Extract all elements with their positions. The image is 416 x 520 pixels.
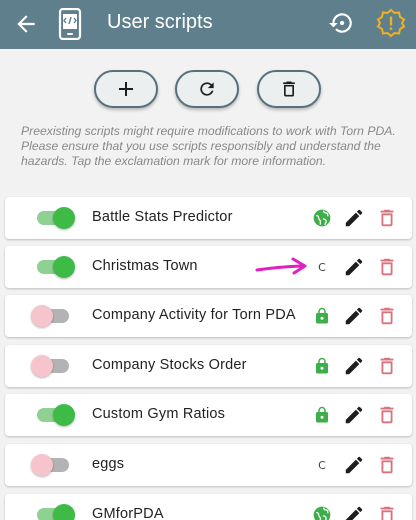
trash-icon [283, 81, 295, 97]
script-row: Company Activity for Torn PDA [5, 295, 412, 337]
warning-info-icon[interactable] [376, 8, 406, 38]
script-enabled-toggle[interactable] [31, 503, 75, 520]
remote-source-icon[interactable] [311, 504, 333, 520]
script-name: Christmas Town [92, 258, 198, 274]
script-name: GMforPDA [92, 506, 164, 520]
delete-trash-icon[interactable] [376, 504, 398, 520]
edit-pencil-icon[interactable] [343, 504, 365, 520]
script-row: Custom Gym Ratios [5, 394, 412, 436]
script-enabled-toggle[interactable] [31, 206, 75, 230]
script-name: eggs [92, 456, 125, 472]
custom-source-indicator[interactable]: C [311, 454, 333, 476]
lock-source-icon[interactable] [311, 305, 333, 327]
back-arrow-icon[interactable] [13, 11, 39, 37]
app-bar: User scripts [0, 0, 416, 49]
reload-scripts-button[interactable] [175, 70, 239, 108]
lock-source-icon[interactable] [311, 355, 333, 377]
script-row: Battle Stats Predictor [5, 197, 412, 239]
delete-trash-icon[interactable] [376, 454, 398, 476]
script-name: Company Stocks Order [92, 357, 247, 373]
script-row: Christmas Town C [5, 246, 412, 288]
add-script-button[interactable] [94, 70, 158, 108]
edit-pencil-icon[interactable] [343, 207, 365, 229]
custom-source-indicator[interactable]: C [311, 256, 333, 278]
delete-trash-icon[interactable] [376, 305, 398, 327]
script-enabled-toggle[interactable] [31, 354, 75, 378]
script-row: eggs C [5, 444, 412, 486]
edit-pencil-icon[interactable] [343, 404, 365, 426]
script-name: Custom Gym Ratios [92, 406, 226, 422]
delete-trash-icon[interactable] [376, 355, 398, 377]
lock-source-icon[interactable] [311, 404, 333, 426]
script-name: Company Activity for Torn PDA [92, 307, 296, 323]
remote-source-icon[interactable] [311, 207, 333, 229]
delete-all-button[interactable] [257, 70, 321, 108]
script-enabled-toggle[interactable] [31, 403, 75, 427]
refresh-icon [200, 82, 214, 96]
delete-trash-icon[interactable] [376, 404, 398, 426]
script-enabled-toggle[interactable] [31, 255, 75, 279]
script-name: Battle Stats Predictor [92, 209, 233, 225]
delete-trash-icon[interactable] [376, 207, 398, 229]
restore-history-icon[interactable] [328, 10, 354, 36]
edit-pencil-icon[interactable] [343, 256, 365, 278]
script-row: Company Stocks Order [5, 345, 412, 387]
edit-pencil-icon[interactable] [343, 454, 365, 476]
edit-pencil-icon[interactable] [343, 305, 365, 327]
edit-pencil-icon[interactable] [343, 355, 365, 377]
annotation-arrow-icon [255, 257, 307, 275]
script-enabled-toggle[interactable] [31, 453, 75, 477]
phone-userscript-icon [58, 8, 82, 40]
script-enabled-toggle[interactable] [31, 304, 75, 328]
delete-trash-icon[interactable] [376, 256, 398, 278]
page-title: User scripts [107, 11, 213, 33]
plus-icon [119, 82, 133, 96]
scripts-disclaimer: Preexisting scripts might require modifi… [21, 124, 396, 168]
script-row: GMforPDA [5, 494, 412, 520]
